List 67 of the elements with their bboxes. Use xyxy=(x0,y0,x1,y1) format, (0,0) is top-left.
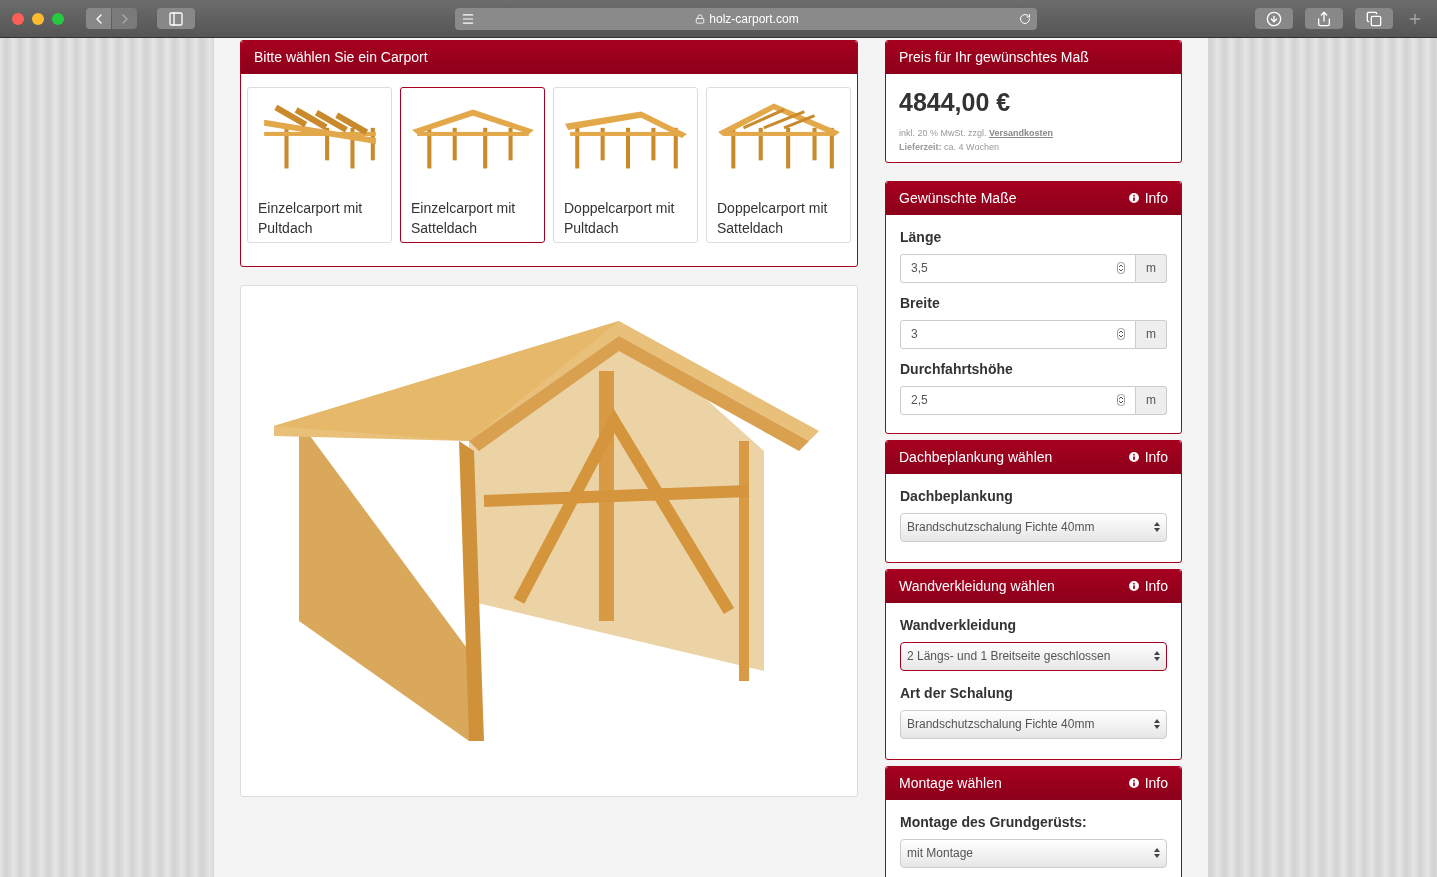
zoom-window-button[interactable] xyxy=(52,12,64,25)
panel-title: Dachbeplankung wählen xyxy=(899,447,1053,467)
sidebar-icon xyxy=(168,10,184,27)
lock-icon xyxy=(695,13,706,24)
number-input[interactable]: 3,5 xyxy=(900,253,1136,283)
spinner-icon xyxy=(1117,394,1125,406)
select-dropdown[interactable]: Brandschutzschalung Fichte 40mm xyxy=(900,512,1167,542)
tabs-button[interactable] xyxy=(1355,8,1393,29)
panel-title: Bitte wählen Sie ein Carport xyxy=(254,48,428,67)
panel-title: Montage wählen xyxy=(899,773,1002,793)
carport-option[interactable]: Doppelcarport mit Pultdach xyxy=(553,87,698,243)
select-dropdown[interactable]: 2 Längs- und 1 Breitseite geschlossen xyxy=(900,641,1167,671)
reload-icon[interactable] xyxy=(1019,12,1031,25)
shipping-link[interactable]: Versandkosten xyxy=(989,127,1054,138)
select-arrows-icon xyxy=(1154,522,1160,532)
unit-addon: m xyxy=(1136,253,1167,283)
number-input[interactable]: 2,5 xyxy=(900,385,1136,415)
option-label: Doppelcarport mit Pultdach xyxy=(563,199,676,238)
download-button[interactable] xyxy=(1255,8,1293,29)
info-icon xyxy=(1126,776,1141,790)
info-link[interactable]: Info xyxy=(1126,772,1168,794)
option-label: Einzelcarport mit Satteldach xyxy=(410,199,517,238)
field-label: Durchfahrtshöhe xyxy=(900,359,1014,379)
spinner-icon xyxy=(1117,262,1125,274)
price-value: 4844,00 € xyxy=(899,87,1012,118)
reader-icon[interactable] xyxy=(461,11,475,26)
select-arrows-icon xyxy=(1154,719,1160,729)
delivery-label: Lieferzeit: xyxy=(899,141,943,152)
minimize-window-button[interactable] xyxy=(32,12,44,25)
field-label: Länge xyxy=(900,227,943,247)
field-label: Art der Schalung xyxy=(900,683,1014,703)
select-dropdown[interactable]: mit Montage xyxy=(900,838,1167,868)
info-link[interactable]: Info xyxy=(1126,446,1168,468)
info-icon xyxy=(1126,191,1141,205)
carport-option[interactable]: Einzelcarport mit Pultdach xyxy=(247,87,392,243)
carport-option[interactable]: Einzelcarport mit Satteldach xyxy=(400,87,545,243)
unit-addon: m xyxy=(1136,319,1167,349)
back-button[interactable] xyxy=(86,8,111,29)
panel-title: Preis für Ihr gewünschtes Maß xyxy=(899,48,1089,67)
field-label: Dachbeplankung xyxy=(900,486,1014,506)
panel-title: Gewünschte Maße xyxy=(899,188,1017,208)
share-icon xyxy=(1316,10,1332,27)
panel-title: Wandverkleidung wählen xyxy=(899,576,1055,596)
delivery-value: ca. 4 Wochen xyxy=(944,141,999,152)
number-input[interactable]: 3 xyxy=(900,319,1136,349)
sidebar-button[interactable] xyxy=(157,8,195,29)
unit-addon: m xyxy=(1136,385,1167,415)
info-icon xyxy=(1126,579,1141,593)
select-arrows-icon xyxy=(1154,848,1160,858)
option-label: Doppelcarport mit Satteldach xyxy=(716,199,829,238)
info-link[interactable]: Info xyxy=(1126,187,1168,209)
carport-option[interactable]: Doppelcarport mit Satteldach xyxy=(706,87,851,243)
info-icon xyxy=(1126,450,1141,464)
field-label: Montage des Grundgerüsts: xyxy=(900,812,1088,832)
option-label: Einzelcarport mit Pultdach xyxy=(257,199,364,238)
info-link[interactable]: Info xyxy=(1126,575,1168,597)
url-text: holz-carport.com xyxy=(709,10,799,28)
tabs-icon xyxy=(1366,10,1382,27)
field-label: Breite xyxy=(900,293,941,313)
select-arrows-icon xyxy=(1154,651,1160,661)
download-icon xyxy=(1266,10,1282,27)
close-window-button[interactable] xyxy=(12,12,24,25)
tax-note: inkl. 20 % MwSt. zzgl. xyxy=(899,127,988,138)
select-dropdown[interactable]: Brandschutzschalung Fichte 40mm xyxy=(900,709,1167,739)
field-label: Wandverkleidung xyxy=(900,615,1018,635)
spinner-icon xyxy=(1117,328,1125,340)
share-button[interactable] xyxy=(1305,8,1343,29)
